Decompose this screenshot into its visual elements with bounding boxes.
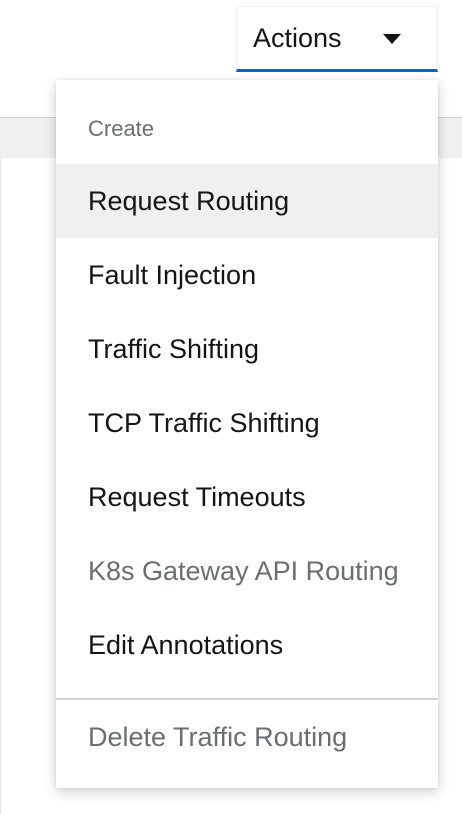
background-panel-edge	[0, 158, 1, 814]
menu-item-tcp-traffic-shifting[interactable]: TCP Traffic Shifting	[56, 386, 438, 460]
menu-item-traffic-shifting[interactable]: Traffic Shifting	[56, 312, 438, 386]
menu-item-fault-injection[interactable]: Fault Injection	[56, 238, 438, 312]
actions-dropdown-toggle[interactable]: Actions	[236, 6, 438, 72]
menu-item-k8s-gateway-api-routing[interactable]: K8s Gateway API Routing	[56, 534, 438, 608]
menu-item-edit-annotations[interactable]: Edit Annotations	[56, 608, 438, 682]
caret-down-icon	[383, 34, 401, 44]
menu-item-request-routing[interactable]: Request Routing	[56, 164, 438, 238]
page: Actions Create Request Routing Fault Inj…	[0, 0, 462, 814]
menu-item-delete-traffic-routing[interactable]: Delete Traffic Routing	[56, 700, 438, 774]
menu-group-title-create: Create	[88, 116, 155, 141]
actions-menu: Create Request Routing Fault Injection T…	[56, 80, 438, 788]
actions-label: Actions	[253, 22, 342, 53]
menu-item-request-timeouts[interactable]: Request Timeouts	[56, 460, 438, 534]
